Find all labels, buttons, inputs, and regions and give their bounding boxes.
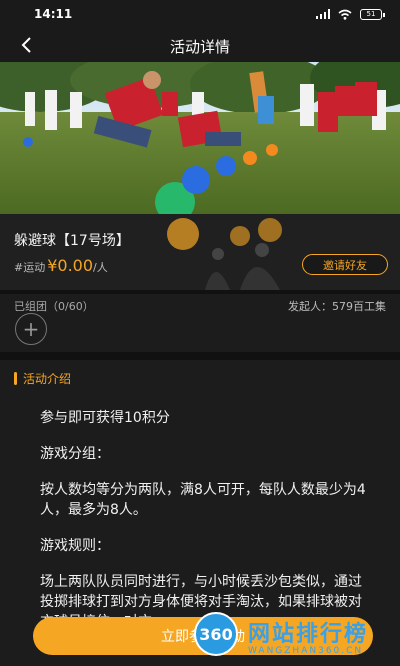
intro-paragraph: 按人数均等分为两队，满8人可开，每队人数最少为4人，最多为8人。 — [40, 482, 366, 518]
accent-bar — [14, 371, 17, 385]
activity-tag: #运动 — [14, 261, 46, 274]
invite-friends-button[interactable]: 邀请好友 — [302, 254, 388, 275]
activity-info: 躲避球【17号场】 #运动 ¥0.00 /人 — [0, 214, 400, 290]
decorative-illustration — [167, 218, 282, 290]
activity-name: 躲避球【17号场】 — [14, 233, 130, 249]
watermark-subtext: WANGZHAN360.CN — [248, 646, 364, 656]
signal-icon — [316, 9, 330, 19]
group-count: 已组团（0/60） — [14, 300, 94, 313]
battery-icon: 51 — [360, 8, 385, 20]
watermark: 360 网站排行榜 WANGZHAN360.CN — [192, 610, 400, 666]
plus-icon: + — [22, 317, 40, 341]
activity-price: ¥0.00 — [47, 256, 94, 275]
group-section: 已组团（0/60） 发起人：579百工集 + — [0, 294, 400, 352]
section-divider — [0, 352, 400, 360]
status-icons: 51 — [316, 8, 385, 20]
watermark-logo: 360 — [194, 612, 238, 656]
intro-paragraph: 参与即可获得10积分 — [40, 410, 170, 426]
intro-paragraph: 游戏分组： — [40, 446, 110, 462]
add-member-button[interactable]: + — [15, 313, 47, 345]
activity-photo — [0, 62, 400, 214]
price-row: #运动 ¥0.00 /人 — [14, 256, 108, 275]
status-bar: 14:11 51 — [0, 0, 400, 28]
intro-paragraph: 游戏规则： — [40, 538, 110, 554]
status-time: 14:11 — [34, 7, 73, 21]
intro-title: 活动介绍 — [23, 371, 72, 386]
wifi-icon — [338, 9, 352, 20]
page-title: 活动详情 — [169, 38, 230, 56]
watermark-text: 网站排行榜 — [248, 622, 369, 647]
price-unit: /人 — [93, 261, 108, 274]
initiator-label: 发起人：579百工集 — [288, 300, 386, 313]
nav-bar: 活动详情 — [0, 28, 400, 62]
intro-header: 活动介绍 — [0, 360, 400, 396]
